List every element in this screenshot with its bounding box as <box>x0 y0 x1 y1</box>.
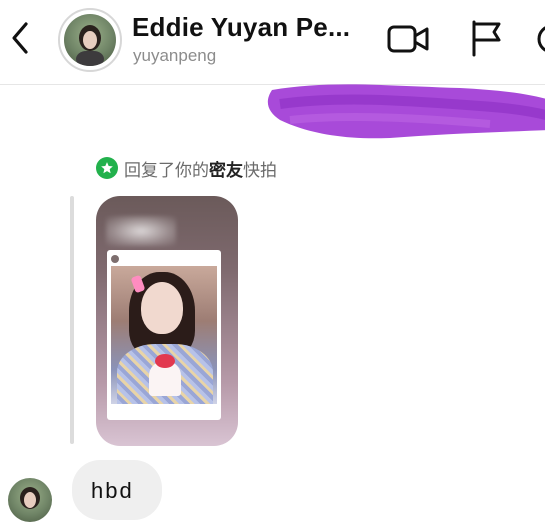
reply-prefix: 回复了你的 <box>124 160 209 181</box>
story-preview[interactable] <box>96 196 238 446</box>
avatar[interactable] <box>58 8 122 72</box>
video-call-icon[interactable] <box>386 22 430 56</box>
contact-name[interactable]: Eddie Yuyan Pe... <box>132 12 350 43</box>
reply-suffix: 快拍 <box>243 160 277 181</box>
avatar-image <box>64 14 116 66</box>
reply-bold: 密友 <box>209 160 243 181</box>
flag-icon[interactable] <box>468 18 504 58</box>
shared-post-header <box>111 253 119 265</box>
sender-avatar[interactable] <box>8 478 52 522</box>
redaction-scribble <box>267 84 545 139</box>
post-photo <box>111 266 217 404</box>
story-reply-notice: 回复了你的 密友 快拍 <box>96 155 277 181</box>
story-blurred-text <box>106 216 176 246</box>
photo-strawberry <box>155 354 175 368</box>
back-chevron-icon[interactable] <box>6 18 36 58</box>
quote-bar <box>70 196 74 444</box>
contact-username[interactable]: yuyanpeng <box>133 46 216 66</box>
star-badge-icon <box>96 157 118 179</box>
shared-post <box>107 250 221 420</box>
info-icon[interactable] <box>535 22 545 56</box>
photo-face <box>141 282 183 334</box>
message-text: hbd <box>91 478 134 503</box>
post-avatar-icon <box>111 255 119 263</box>
